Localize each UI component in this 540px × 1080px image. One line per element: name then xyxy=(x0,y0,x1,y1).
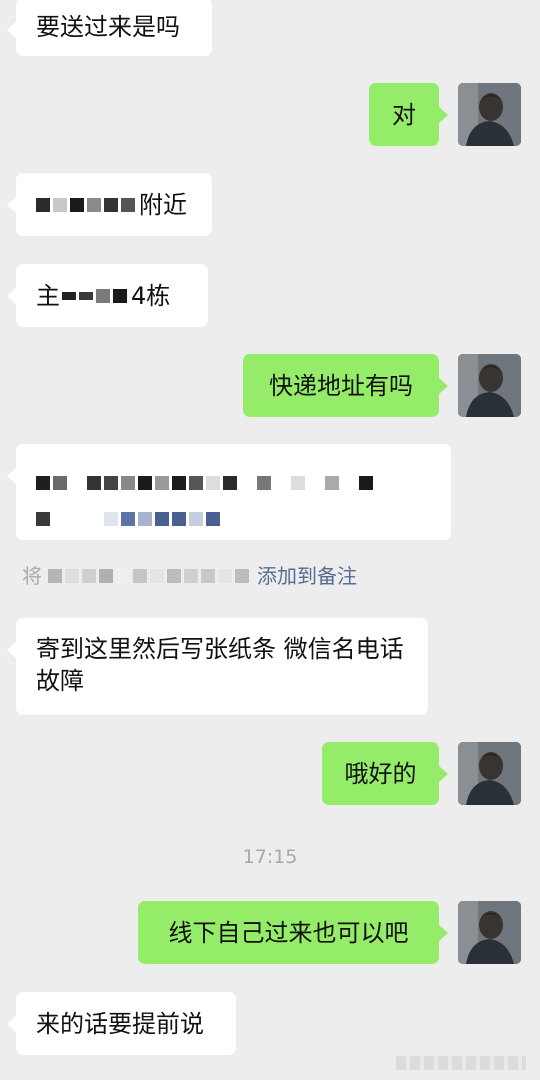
address-hint: 将 添加到备注 xyxy=(22,562,357,590)
avatar[interactable] xyxy=(458,354,521,417)
message-text: 主 xyxy=(36,281,60,310)
avatar-image xyxy=(458,354,521,417)
message-incoming[interactable]: 寄到这里然后写张纸条 微信名电话 故障 xyxy=(7,618,428,715)
message-outgoing[interactable]: 对 xyxy=(369,83,448,146)
avatar[interactable] xyxy=(458,83,521,146)
avatar[interactable] xyxy=(458,901,521,964)
message-text: 哦好的 xyxy=(344,759,417,788)
add-to-remark-link[interactable]: 添加到备注 xyxy=(257,562,357,590)
avatar-image xyxy=(458,901,521,964)
message-text: 4栋 xyxy=(131,281,171,310)
message-outgoing[interactable]: 线下自己过来也可以吧 xyxy=(138,901,448,964)
redacted-text xyxy=(36,476,373,490)
message-incoming[interactable]: 来的话要提前说 xyxy=(7,992,236,1055)
message-text: 寄到这里然后写张纸条 微信名电话 故障 xyxy=(36,635,404,695)
message-incoming-redacted-address[interactable] xyxy=(7,444,451,540)
message-text: 要送过来是吗 xyxy=(36,13,180,41)
message-text: 线下自己过来也可以吧 xyxy=(168,918,409,947)
redacted-text xyxy=(36,197,135,212)
watermark xyxy=(396,1056,526,1070)
message-incoming[interactable]: 要送过来是吗 xyxy=(7,0,212,56)
message-incoming[interactable]: 主 4栋 xyxy=(7,264,208,327)
message-outgoing[interactable]: 哦好的 xyxy=(322,742,448,805)
message-text: 来的话要提前说 xyxy=(36,1009,204,1038)
message-incoming[interactable]: 附近 xyxy=(7,173,212,236)
avatar-image xyxy=(458,83,521,146)
hint-prefix: 将 xyxy=(22,564,42,588)
avatar[interactable] xyxy=(458,742,521,805)
message-text: 快递地址有吗 xyxy=(269,371,413,400)
message-text: 附近 xyxy=(139,190,187,219)
redacted-text xyxy=(36,512,220,526)
avatar-image xyxy=(458,742,521,805)
redacted-text xyxy=(48,569,249,583)
message-text: 对 xyxy=(392,100,416,129)
redacted-text xyxy=(62,288,127,303)
timestamp: 17:15 xyxy=(242,846,298,868)
message-outgoing[interactable]: 快递地址有吗 xyxy=(243,354,448,417)
